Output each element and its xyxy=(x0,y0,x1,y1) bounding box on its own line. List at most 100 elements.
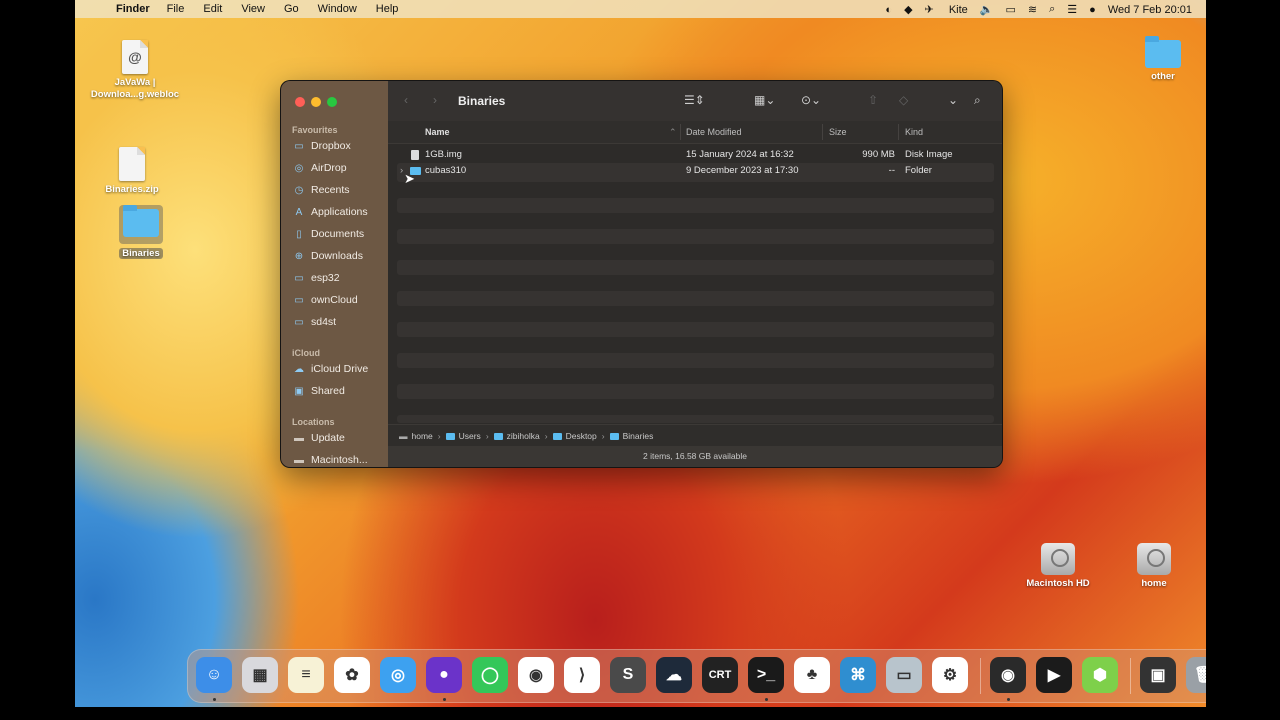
path-desktop[interactable]: Desktop xyxy=(552,431,597,441)
desktop-icon-home[interactable]: home xyxy=(1104,543,1204,590)
sidebar-item-owncloud[interactable]: ▭ ownCloud xyxy=(293,294,357,306)
sidebar-item-documents[interactable]: ▯ Documents xyxy=(293,228,364,240)
dock-app-vs-code[interactable]: ⟩ xyxy=(564,657,600,693)
share-icon[interactable]: ⇧ xyxy=(868,93,878,107)
dock-app-photos[interactable]: ✿ xyxy=(334,657,370,693)
dock-app-prompt[interactable]: ▶ xyxy=(1036,657,1072,693)
menu-finder[interactable]: Finder xyxy=(116,3,150,15)
dock-app-finder[interactable]: ☺ xyxy=(196,657,232,693)
sidebar-item-dropbox[interactable]: ▭ Dropbox xyxy=(293,140,350,152)
menu-go[interactable]: Go xyxy=(284,3,299,15)
desktop-icon-other[interactable]: other xyxy=(1113,36,1206,83)
battery-icon[interactable]: ▭ xyxy=(1005,3,1015,16)
dock-app-notes[interactable]: ≡ xyxy=(288,657,324,693)
clock-label[interactable]: Wed 7 Feb 20:01 xyxy=(1108,4,1192,16)
path-user[interactable]: zibiholka xyxy=(493,431,540,441)
sidebar-item-airdrop[interactable]: ◎ AirDrop xyxy=(293,162,347,174)
path-users[interactable]: Users xyxy=(445,431,481,441)
app-menus: Finder File Edit View Go Window Help xyxy=(116,3,417,15)
column-divider[interactable] xyxy=(898,124,899,140)
desktop-icon-webloc[interactable]: @ JaVaWa | Downloa...g.webloc xyxy=(85,40,185,101)
sidebar-item-macintosh[interactable]: ▬ Macintosh... xyxy=(293,454,368,466)
dock-app-cube-app[interactable]: ⬢ xyxy=(1082,657,1118,693)
file-row[interactable]: › cubas310 9 December 2023 at 17:30 -- F… xyxy=(397,163,994,179)
dock-app-chrome[interactable]: ◉ xyxy=(518,657,554,693)
spotlight-icon[interactable]: ⌕ xyxy=(1049,3,1055,16)
more-actions-icon[interactable]: ⊙⌄ xyxy=(801,93,821,107)
sidebar-item-recents[interactable]: ◷ Recents xyxy=(293,184,350,196)
dock-app-terminal[interactable]: >_ xyxy=(748,657,784,693)
column-divider[interactable] xyxy=(680,124,681,140)
empty-row-stripe xyxy=(397,322,994,337)
disk-icon: ▬ xyxy=(294,432,304,444)
sidebar-item-label: Update xyxy=(311,432,345,444)
menu-edit[interactable]: Edit xyxy=(203,3,222,15)
column-size[interactable]: Size xyxy=(829,127,847,137)
sidebar-item-shared[interactable]: ▣ Shared xyxy=(293,385,345,397)
sidebar-item-icloud-drive[interactable]: ☁ iCloud Drive xyxy=(293,363,368,375)
wifi-icon[interactable]: ≋ xyxy=(1028,3,1037,16)
kite-status[interactable]: ✈ Kite xyxy=(925,3,968,16)
chevron-right-icon: › xyxy=(601,431,605,441)
search-icon[interactable]: ⌕ xyxy=(974,93,981,108)
sidebar-item-downloads[interactable]: ⊕ Downloads xyxy=(293,250,363,262)
dock-app-evernote[interactable]: ♣ xyxy=(794,657,830,693)
tag-icon[interactable]: ◇ xyxy=(899,93,908,107)
messages-icon: ◯ xyxy=(481,667,499,684)
dock-app-chatgpt[interactable]: ☁ xyxy=(656,657,692,693)
menu-help[interactable]: Help xyxy=(376,3,399,15)
path-binaries[interactable]: Binaries xyxy=(609,431,653,441)
screen-record-icon[interactable]: ◐ xyxy=(885,4,892,16)
minimize-button[interactable] xyxy=(311,97,321,107)
column-divider[interactable] xyxy=(822,124,823,140)
grid-group-icon[interactable]: ▦⌄ xyxy=(754,93,775,107)
column-date-modified[interactable]: Date Modified xyxy=(686,127,742,137)
dock-app-network-tool[interactable]: ⌘ xyxy=(840,657,876,693)
desktop-icon-macintosh-hd[interactable]: Macintosh HD xyxy=(1008,543,1108,590)
cloud-icon: ☁ xyxy=(294,363,304,375)
dock-app-messages[interactable]: ◯ xyxy=(472,657,508,693)
sidebar-item-update[interactable]: ▬ Update xyxy=(293,432,345,444)
menu-window[interactable]: Window xyxy=(318,3,357,15)
disclosure-chevron-icon[interactable]: › xyxy=(400,165,403,176)
dock-app-obs[interactable]: ◉ xyxy=(990,657,1026,693)
back-button[interactable]: ‹ xyxy=(404,93,408,107)
download-icon: ⊕ xyxy=(294,250,304,262)
sidebar-item-sd4st[interactable]: ▭ sd4st xyxy=(293,316,336,328)
kite-label: Kite xyxy=(948,4,968,16)
siri-icon[interactable]: ● xyxy=(1089,4,1096,16)
desktop-icon-binaries-folder[interactable]: Binaries xyxy=(91,205,191,260)
file-row[interactable]: 1GB.img 15 January 2024 at 16:32 990 MB … xyxy=(397,147,994,163)
dock-app-launchpad[interactable]: ▦ xyxy=(242,657,278,693)
sidebar-item-esp32[interactable]: ▭ esp32 xyxy=(293,272,339,284)
menu-file[interactable]: File xyxy=(167,3,185,15)
forward-button[interactable]: › xyxy=(433,93,437,107)
path-home[interactable]: home xyxy=(412,431,433,441)
control-center-icon[interactable]: ☰ xyxy=(1067,3,1077,16)
dock-app-obs-settings[interactable]: ⚙ xyxy=(932,657,968,693)
empty-row-stripe xyxy=(397,291,994,306)
volume-icon[interactable]: 🔈 xyxy=(980,3,994,16)
dock-app-trash[interactable]: 🗑 xyxy=(1186,657,1206,693)
list-view-icon[interactable]: ☰⇕ xyxy=(684,93,705,107)
dock-app-firefox[interactable]: ● xyxy=(426,657,462,693)
desktop-icon-binaries-zip[interactable]: Binaries.zip xyxy=(82,147,182,196)
column-kind[interactable]: Kind xyxy=(905,127,923,137)
running-indicator xyxy=(213,698,216,701)
hard-disk-icon xyxy=(1137,543,1171,575)
empty-row-stripe xyxy=(397,198,994,213)
sidebar-heading-locations: Locations xyxy=(292,417,335,427)
close-button[interactable] xyxy=(295,97,305,107)
dock-app-crt[interactable]: CRT xyxy=(702,657,738,693)
menu-view[interactable]: View xyxy=(241,3,265,15)
dock-app-video-editor[interactable]: ▣ xyxy=(1140,657,1176,693)
zoom-button[interactable] xyxy=(327,97,337,107)
chevron-down-icon[interactable]: ⌄ xyxy=(948,93,958,107)
column-name[interactable]: Name xyxy=(425,127,450,137)
desktop-icon-label: other xyxy=(1151,71,1175,82)
dropbox-icon[interactable]: ◆ xyxy=(904,3,912,16)
dock-app-usb-tool[interactable]: ▭ xyxy=(886,657,922,693)
dock-app-sublime-text[interactable]: S xyxy=(610,657,646,693)
dock-app-safari[interactable]: ◎ xyxy=(380,657,416,693)
sidebar-item-applications[interactable]: A Applications xyxy=(293,206,368,218)
